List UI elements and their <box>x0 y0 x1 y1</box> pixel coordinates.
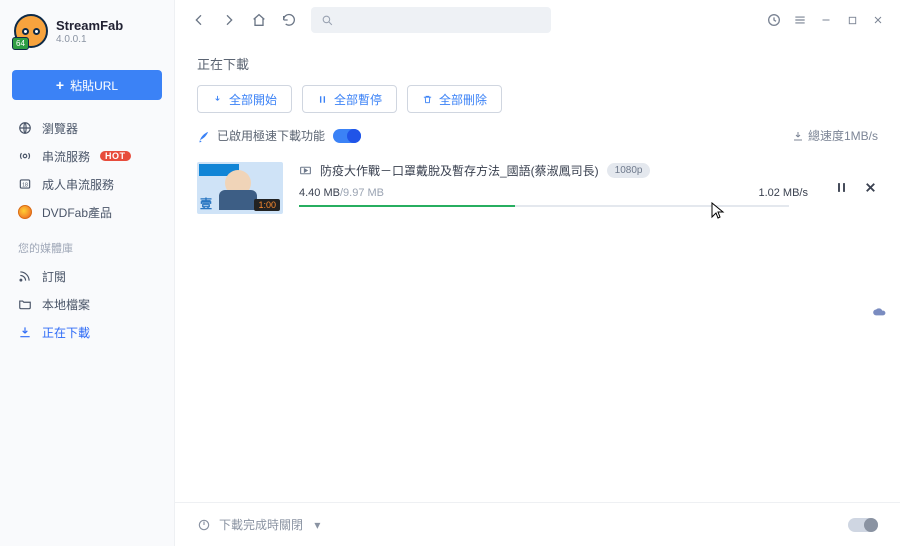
sidebar-item-local[interactable]: 本地檔案 <box>0 290 174 318</box>
download-title: 防疫大作戰－口罩戴脫及暫存方法_國語(蔡淑鳳司長) <box>320 162 599 179</box>
paste-url-button[interactable]: + 粘貼URL <box>12 70 162 100</box>
paste-url-label: 粘貼URL <box>70 77 118 94</box>
delete-all-label: 全部刪除 <box>439 91 487 108</box>
brand-block: 64 StreamFab 4.0.0.1 <box>0 10 174 64</box>
plus-icon: + <box>56 77 64 93</box>
maximize-button[interactable] <box>842 10 862 30</box>
shutdown-label: 下載完成時關閉 <box>219 516 303 533</box>
globe-icon <box>18 121 32 135</box>
item-pause-button[interactable] <box>834 180 849 195</box>
pause-icon <box>317 94 328 105</box>
sidebar-label: 正在下載 <box>42 324 90 341</box>
sidebar-label: 訂閱 <box>42 268 66 285</box>
download-item: 壹 1:00 防疫大作戰－口罩戴脫及暫存方法_國語(蔡淑鳳司長) 1080p 4… <box>197 162 878 214</box>
sidebar-label: DVDFab產品 <box>42 204 112 221</box>
total-size: 9.97 MB <box>343 187 384 199</box>
back-button[interactable] <box>187 8 211 32</box>
video-thumbnail[interactable]: 壹 1:00 <box>197 162 283 214</box>
download-icon <box>212 94 223 105</box>
sidebar-label: 本地檔案 <box>42 296 90 313</box>
download-icon <box>18 325 32 339</box>
app-version: 4.0.0.1 <box>56 34 123 45</box>
minimize-button[interactable] <box>816 10 836 30</box>
bulk-actions: 全部開始 全部暫停 全部刪除 <box>175 85 900 127</box>
download-icon <box>792 130 804 142</box>
refresh-button[interactable] <box>277 8 301 32</box>
arch-badge: 64 <box>12 37 29 50</box>
thumb-duration: 1:00 <box>254 199 280 211</box>
activity-button[interactable] <box>764 10 784 30</box>
search-icon <box>321 14 334 27</box>
menu-button[interactable] <box>790 10 810 30</box>
sidebar-item-browser[interactable]: 瀏覽器 <box>0 114 174 142</box>
sidebar-label: 瀏覽器 <box>42 120 78 137</box>
stream-icon <box>18 149 32 163</box>
sidebar-label: 成人串流服務 <box>42 176 114 193</box>
sidebar-item-adult[interactable]: 18 成人串流服務 <box>0 170 174 198</box>
download-info: 防疫大作戰－口罩戴脫及暫存方法_國語(蔡淑鳳司長) 1080p 4.40 MB … <box>299 162 808 207</box>
sidebar-label: 串流服務 <box>42 148 90 165</box>
dvdfab-icon <box>18 205 32 219</box>
svg-text:18: 18 <box>22 182 28 188</box>
page-title: 正在下載 <box>175 40 900 85</box>
sidebar-item-dvdfab[interactable]: DVDFab產品 <box>0 198 174 226</box>
download-list: 壹 1:00 防疫大作戰－口罩戴脫及暫存方法_國語(蔡淑鳳司長) 1080p 4… <box>175 154 900 502</box>
speed-mode-toggle[interactable] <box>333 129 361 143</box>
power-icon <box>197 518 211 532</box>
trash-icon <box>422 94 433 105</box>
total-speed: 總速度1MB/s <box>792 127 878 144</box>
delete-all-button[interactable]: 全部刪除 <box>407 85 502 113</box>
sidebar-item-subscriptions[interactable]: 訂閱 <box>0 262 174 290</box>
sidebar: 64 StreamFab 4.0.0.1 + 粘貼URL 瀏覽器 串流服務 HO… <box>0 0 175 546</box>
adult-icon: 18 <box>18 177 32 191</box>
shutdown-toggle[interactable] <box>848 518 878 532</box>
progress-bar <box>299 205 789 207</box>
rocket-icon <box>197 129 211 143</box>
video-icon <box>299 164 312 177</box>
start-all-button[interactable]: 全部開始 <box>197 85 292 113</box>
hot-badge: HOT <box>100 151 131 161</box>
app-logo: 64 <box>14 14 48 48</box>
start-all-label: 全部開始 <box>229 91 277 108</box>
progress-fill <box>299 205 515 207</box>
forward-button[interactable] <box>217 8 241 32</box>
bottom-bar: 下載完成時關閉 ▾ <box>175 502 900 546</box>
item-remove-button[interactable] <box>863 180 878 195</box>
thumb-brand: 壹 <box>200 195 212 212</box>
topbar <box>175 0 900 40</box>
rss-icon <box>18 269 32 283</box>
pause-all-label: 全部暫停 <box>334 91 382 108</box>
total-speed-label: 總速度1MB/s <box>808 127 878 144</box>
search-input[interactable] <box>311 7 551 33</box>
close-button[interactable] <box>868 10 888 30</box>
main-area: 正在下載 全部開始 全部暫停 全部刪除 已啟用極速下載功能 總速度1MB/s <box>175 0 900 546</box>
pause-all-button[interactable]: 全部暫停 <box>302 85 397 113</box>
speed-mode-row: 已啟用極速下載功能 總速度1MB/s <box>175 127 900 154</box>
home-button[interactable] <box>247 8 271 32</box>
quality-badge: 1080p <box>607 163 651 178</box>
folder-icon <box>18 297 32 311</box>
download-rate: 1.02 MB/s <box>758 187 808 199</box>
downloaded-size: 4.40 MB <box>299 187 340 199</box>
app-name: StreamFab <box>56 18 123 33</box>
sidebar-item-downloading[interactable]: 正在下載 <box>0 318 174 346</box>
library-section-label: 您的媒體庫 <box>0 226 174 262</box>
sidebar-item-streaming[interactable]: 串流服務 HOT <box>0 142 174 170</box>
speed-mode-label: 已啟用極速下載功能 <box>217 127 325 144</box>
